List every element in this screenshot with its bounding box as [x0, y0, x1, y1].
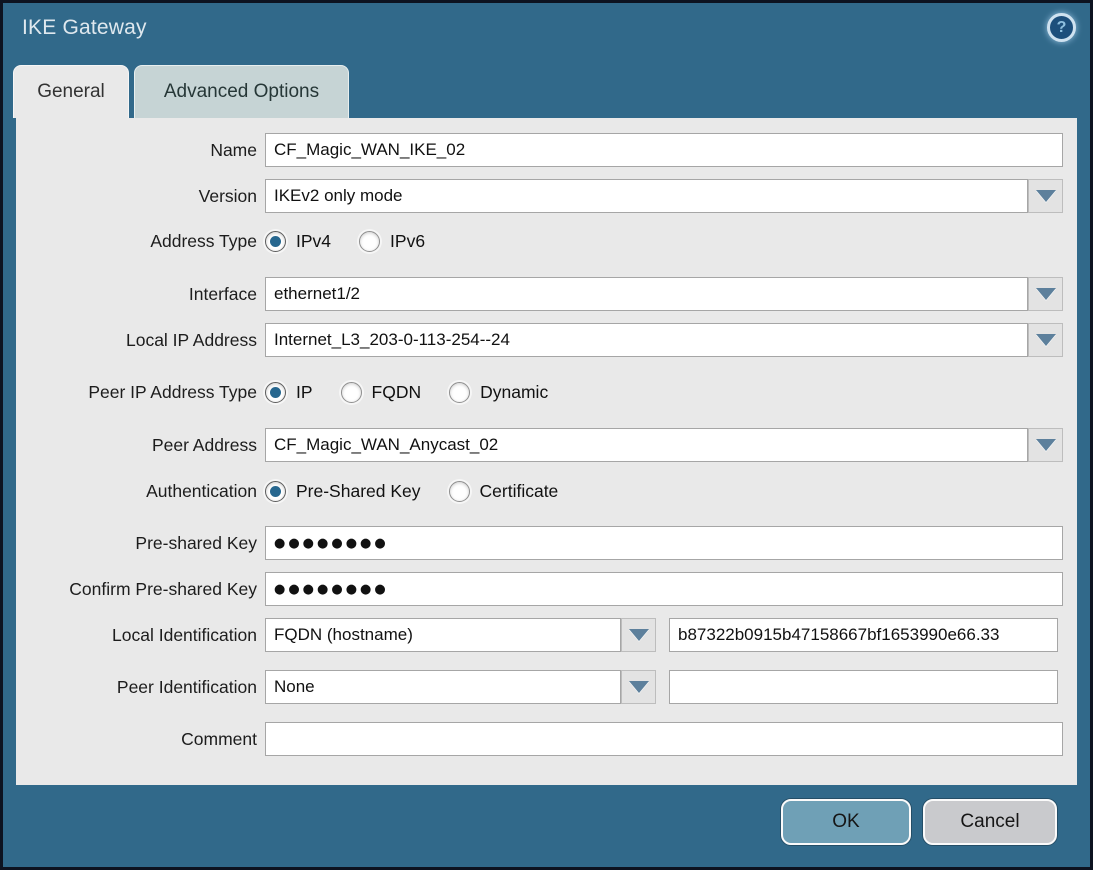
local-identification-label: Local Identification — [16, 618, 257, 652]
row-peer-address: Peer Address — [16, 428, 1077, 462]
cancel-button[interactable]: Cancel — [923, 799, 1057, 845]
peer-identification-dropdown-button[interactable] — [621, 670, 656, 704]
dialog-title: IKE Gateway — [22, 16, 147, 40]
row-pre-shared-key: Pre-shared Key — [16, 526, 1077, 560]
tab-advanced-options[interactable]: Advanced Options — [134, 65, 349, 118]
radio-certificate-label: Certificate — [480, 481, 559, 502]
chevron-down-icon — [629, 681, 649, 693]
peer-address-dropdown-button[interactable] — [1028, 428, 1063, 462]
peer-identification-type-select[interactable] — [265, 670, 621, 704]
comment-label: Comment — [16, 722, 257, 756]
version-select[interactable] — [265, 179, 1028, 213]
authentication-radio-group: Pre-Shared Key Certificate — [265, 474, 586, 508]
confirm-pre-shared-key-label: Confirm Pre-shared Key — [16, 572, 257, 606]
row-peer-identification: Peer Identification — [16, 670, 1077, 704]
chevron-down-icon — [629, 629, 649, 641]
radio-dynamic[interactable] — [449, 382, 470, 403]
row-confirm-pre-shared-key: Confirm Pre-shared Key — [16, 572, 1077, 606]
address-type-label: Address Type — [16, 224, 257, 258]
radio-pre-shared-key[interactable] — [265, 481, 286, 502]
row-authentication: Authentication Pre-Shared Key Certificat… — [16, 474, 1077, 508]
row-name: Name — [16, 133, 1077, 167]
peer-address-label: Peer Address — [16, 428, 257, 462]
chevron-down-icon — [1036, 190, 1056, 202]
radio-ip-label: IP — [296, 382, 313, 403]
radio-ipv4[interactable] — [265, 231, 286, 252]
local-ip-address-dropdown-button[interactable] — [1028, 323, 1063, 357]
name-input[interactable] — [265, 133, 1063, 167]
tab-general-label: General — [37, 81, 105, 103]
version-dropdown-button[interactable] — [1028, 179, 1063, 213]
row-local-ip-address: Local IP Address — [16, 323, 1077, 357]
chevron-down-icon — [1036, 288, 1056, 300]
help-icon[interactable]: ? — [1047, 13, 1076, 42]
peer-ip-address-type-label: Peer IP Address Type — [16, 375, 257, 409]
row-address-type: Address Type IPv4 IPv6 — [16, 224, 1077, 258]
radio-ipv4-label: IPv4 — [296, 231, 331, 252]
peer-identification-value-input[interactable] — [669, 670, 1058, 704]
tab-advanced-options-label: Advanced Options — [164, 81, 319, 103]
local-identification-dropdown-button[interactable] — [621, 618, 656, 652]
radio-ipv6[interactable] — [359, 231, 380, 252]
peer-address-select[interactable] — [265, 428, 1028, 462]
peer-identification-label: Peer Identification — [16, 670, 257, 704]
local-identification-value-input[interactable] — [669, 618, 1058, 652]
radio-pre-shared-key-label: Pre-Shared Key — [296, 481, 421, 502]
title-bar: IKE Gateway ? — [3, 3, 1090, 65]
local-ip-address-label: Local IP Address — [16, 323, 257, 357]
ike-gateway-dialog: IKE Gateway ? General Advanced Options N… — [0, 0, 1093, 870]
row-version: Version — [16, 179, 1077, 213]
pre-shared-key-input[interactable] — [265, 526, 1063, 560]
interface-select[interactable] — [265, 277, 1028, 311]
row-interface: Interface — [16, 277, 1077, 311]
local-identification-type-select[interactable] — [265, 618, 621, 652]
help-icon-glyph: ? — [1057, 19, 1067, 37]
authentication-label: Authentication — [16, 474, 257, 508]
name-label: Name — [16, 133, 257, 167]
ok-button[interactable]: OK — [781, 799, 911, 845]
radio-fqdn-label: FQDN — [372, 382, 422, 403]
chevron-down-icon — [1036, 439, 1056, 451]
interface-label: Interface — [16, 277, 257, 311]
radio-dynamic-label: Dynamic — [480, 382, 548, 403]
version-label: Version — [16, 179, 257, 213]
address-type-radio-group: IPv4 IPv6 — [265, 224, 453, 258]
row-peer-ip-address-type: Peer IP Address Type IP FQDN Dynamic — [16, 375, 1077, 409]
row-local-identification: Local Identification — [16, 618, 1077, 652]
comment-input[interactable] — [265, 722, 1063, 756]
tab-general[interactable]: General — [13, 65, 129, 118]
peer-ip-address-type-radio-group: IP FQDN Dynamic — [265, 375, 576, 409]
pre-shared-key-label: Pre-shared Key — [16, 526, 257, 560]
radio-certificate[interactable] — [449, 481, 470, 502]
local-ip-address-select[interactable] — [265, 323, 1028, 357]
radio-ip[interactable] — [265, 382, 286, 403]
interface-dropdown-button[interactable] — [1028, 277, 1063, 311]
confirm-pre-shared-key-input[interactable] — [265, 572, 1063, 606]
row-comment: Comment — [16, 722, 1077, 756]
chevron-down-icon — [1036, 334, 1056, 346]
radio-fqdn[interactable] — [341, 382, 362, 403]
general-tab-panel: Name Version Address Type IPv4 IPv6 — [16, 118, 1077, 785]
radio-ipv6-label: IPv6 — [390, 231, 425, 252]
